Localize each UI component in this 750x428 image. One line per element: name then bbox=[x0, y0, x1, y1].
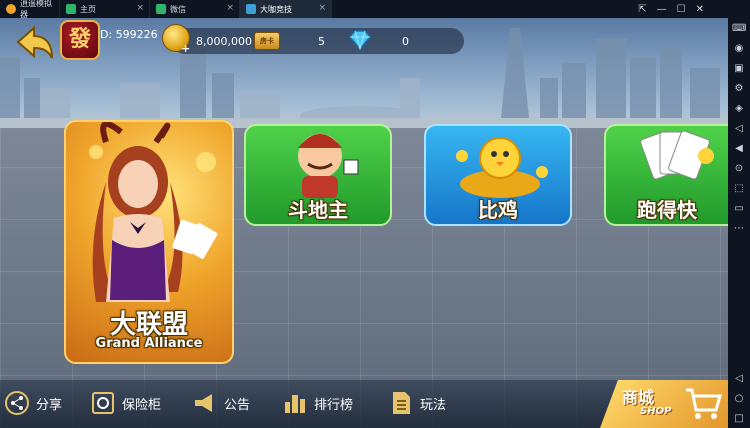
coin-balance: 8,000,000 bbox=[196, 35, 252, 48]
card-title: 跑得快 bbox=[637, 198, 697, 222]
shopping-cart-icon bbox=[686, 388, 722, 419]
nav-announcement[interactable]: 公告 bbox=[192, 390, 250, 416]
game-viewport: 發 D: 599226 + 8,000,000 房卡 5 0 大联盟 Grand… bbox=[0, 18, 728, 428]
emulator-sidebar: ⌨ ◉ ▣ ⚙ ◈ ◁ ◀ ⊙ ⬚ ▭ ⋯ ◁ ○ □ bbox=[728, 0, 750, 428]
doudizhu-card[interactable]: 斗地主 bbox=[244, 124, 392, 226]
nav-leaderboard[interactable]: 排行榜 bbox=[282, 390, 353, 416]
folder-icon[interactable]: ▭ bbox=[732, 202, 746, 216]
tab-wechat[interactable]: 微信 × bbox=[150, 0, 240, 18]
tab-label: 主页 bbox=[80, 4, 96, 14]
megaphone-icon bbox=[195, 394, 212, 412]
window-controls: ⇱ — ☐ ✕ bbox=[638, 0, 704, 18]
room-card-count: 5 bbox=[318, 35, 325, 48]
location-icon[interactable]: ⊙ bbox=[732, 162, 746, 176]
tab-label: 大咖竞技 bbox=[260, 4, 292, 14]
tab-label: 逍遥模拟器 bbox=[20, 0, 52, 19]
add-coins-button[interactable]: + bbox=[181, 42, 190, 55]
nav-label: 分享 bbox=[36, 397, 63, 413]
card-title-en: Grand Alliance bbox=[95, 336, 203, 351]
pin-icon[interactable]: ⇱ bbox=[638, 4, 646, 15]
safe-icon bbox=[92, 392, 114, 414]
home-icon[interactable]: ○ bbox=[732, 392, 746, 406]
minimize-icon[interactable]: — bbox=[657, 4, 667, 15]
card-title: 斗地主 bbox=[288, 198, 348, 222]
emulator-tabbar: 逍遥模拟器 主页 × 微信 × 大咖竞技 × ⇱ — ☐ ✕ bbox=[0, 0, 728, 19]
nav-label: 玩法 bbox=[420, 397, 447, 413]
paodekuai-card[interactable]: 跑得快 bbox=[604, 124, 728, 226]
nav-label: 公告 bbox=[224, 397, 251, 413]
volume-down-icon[interactable]: ◀ bbox=[732, 142, 746, 156]
tab-label: 微信 bbox=[170, 4, 186, 14]
share-icon bbox=[5, 391, 29, 415]
emulator-logo-icon bbox=[6, 4, 16, 14]
nav-label: 保险柜 bbox=[122, 397, 162, 413]
wechat-icon bbox=[156, 4, 166, 14]
keyboard-icon[interactable]: ⌨ bbox=[732, 22, 746, 36]
game-app-icon bbox=[246, 4, 256, 14]
volume-up-icon[interactable]: ◁ bbox=[732, 122, 746, 136]
close-icon[interactable]: × bbox=[318, 3, 326, 13]
back-icon[interactable]: ◁ bbox=[732, 372, 746, 386]
rules-icon bbox=[393, 392, 410, 414]
tab-daka[interactable]: 大咖竞技 × bbox=[240, 0, 332, 18]
maximize-icon[interactable]: ☐ bbox=[677, 4, 686, 15]
biji-card[interactable]: 比鸡 bbox=[424, 124, 572, 226]
tab-emulator-home[interactable]: 逍遥模拟器 bbox=[0, 0, 60, 19]
apk-icon[interactable]: ▣ bbox=[732, 62, 746, 76]
more-icon[interactable]: ⋯ bbox=[732, 222, 746, 236]
diamond-count: 0 bbox=[402, 35, 409, 48]
settings-icon[interactable]: ⚙ bbox=[732, 82, 746, 96]
grand-alliance-card[interactable]: 大联盟 Grand Alliance bbox=[64, 120, 234, 364]
close-icon[interactable]: × bbox=[226, 3, 234, 13]
back-arrow-icon[interactable] bbox=[14, 24, 56, 64]
tab-main[interactable]: 主页 × bbox=[60, 0, 150, 18]
close-icon[interactable]: × bbox=[136, 3, 144, 13]
card-title: 比鸡 bbox=[478, 198, 518, 222]
gamepad-icon[interactable]: ◉ bbox=[732, 42, 746, 56]
nav-share[interactable]: 分享 bbox=[4, 390, 62, 416]
user-id: D: 599226 bbox=[100, 28, 158, 41]
home-icon bbox=[66, 4, 76, 14]
shake-icon[interactable]: ◈ bbox=[732, 102, 746, 116]
recent-icon[interactable]: □ bbox=[732, 412, 746, 426]
nav-safe[interactable]: 保险柜 bbox=[90, 390, 161, 416]
room-card-icon: 房卡 bbox=[254, 32, 280, 50]
window-close-icon[interactable]: ✕ bbox=[696, 4, 704, 15]
leaderboard-icon bbox=[285, 395, 305, 413]
nav-label: 排行榜 bbox=[314, 397, 354, 413]
diamond-icon bbox=[349, 30, 371, 50]
shop-label-cn: 商城 bbox=[622, 388, 655, 407]
nav-rules[interactable]: 玩法 bbox=[388, 390, 446, 416]
shop-label-en: SHOP bbox=[640, 406, 672, 417]
screenshot-icon[interactable]: ⬚ bbox=[732, 182, 746, 196]
avatar[interactable]: 發 bbox=[60, 20, 100, 60]
